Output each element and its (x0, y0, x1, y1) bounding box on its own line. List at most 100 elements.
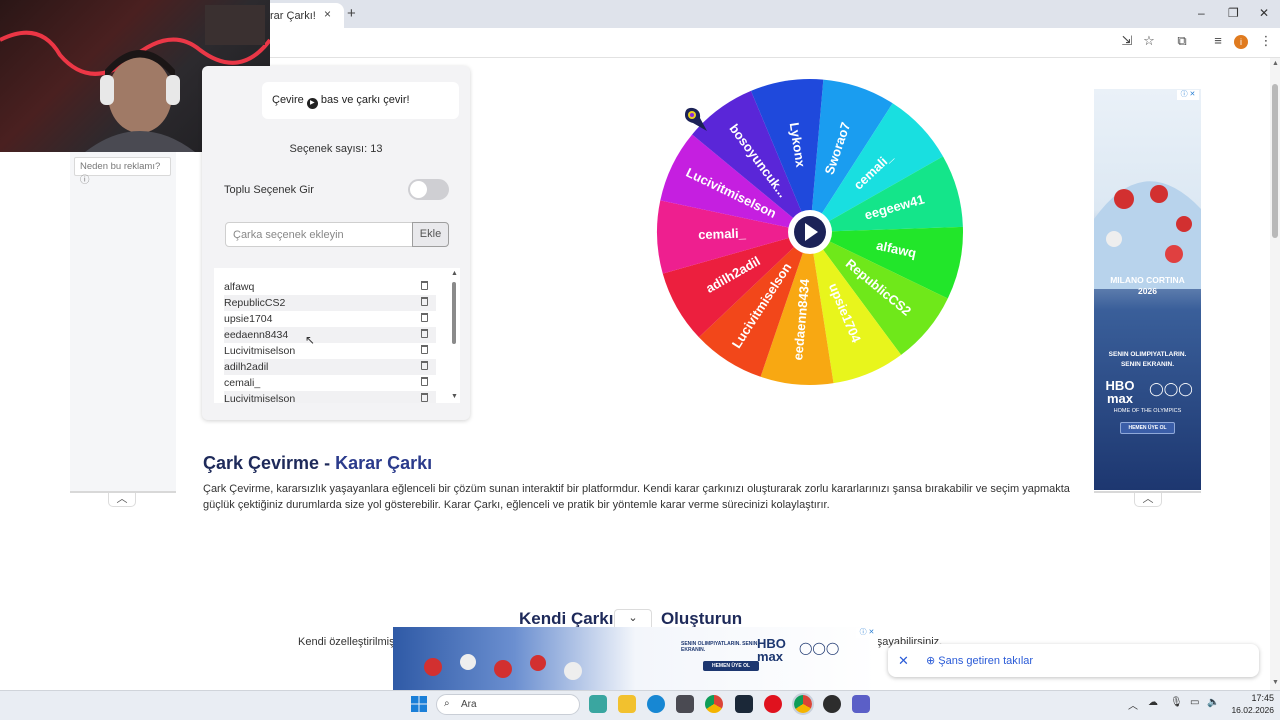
section-body: Çark Çevirme, kararsızlık yaşayanlara eğ… (203, 483, 1070, 511)
browser-menu-icon[interactable]: ⋮ (1259, 34, 1273, 48)
profile-avatar[interactable]: i (1234, 35, 1248, 49)
trash-icon[interactable] (421, 393, 428, 402)
option-row: Lucivitmiselson (224, 343, 436, 359)
tray-overflow-icon[interactable]: ︿ (1128, 697, 1138, 712)
ad-brand-line: MILANO CORTINA (1110, 275, 1185, 285)
olympic-rings-icon: ◯◯◯ (799, 641, 840, 655)
chrome-active-icon[interactable] (792, 693, 814, 715)
steam-icon[interactable] (735, 695, 753, 713)
copilot-icon[interactable] (589, 695, 607, 713)
trash-icon[interactable] (421, 377, 428, 386)
olympic-rings-icon: ◯◯◯ (1149, 381, 1193, 396)
hint-prefix: Çevire (272, 94, 304, 106)
section2-title-left: Kendi Çarkı (519, 609, 614, 628)
options-list: alfawq RepublicCS2 upsie1704 eedaenn8434… (214, 268, 460, 403)
ad-brand-year: 2026 (1138, 286, 1157, 296)
new-tab-button[interactable]: + (347, 5, 356, 22)
trash-icon[interactable] (421, 361, 428, 370)
trash-icon[interactable] (421, 313, 428, 322)
scroll-down-arrow-icon[interactable]: ▼ (451, 393, 458, 400)
start-menu-icon[interactable] (411, 696, 427, 712)
ad-choices-icon[interactable]: ⓘ ✕ (856, 628, 878, 638)
ad-tagline: HOME OF THE OLYMPICS (1113, 408, 1182, 414)
volume-icon[interactable]: 🔈 (1207, 697, 1219, 708)
option-row: cemali_ (224, 375, 436, 391)
network-icon[interactable]: ▭ (1190, 697, 1199, 708)
option-row: upsie1704 (224, 311, 436, 327)
obs-icon[interactable] (823, 695, 841, 713)
option-label: Lucivitmiselson (224, 345, 296, 357)
page-scrollbar-thumb[interactable] (1272, 84, 1278, 238)
option-row: alfawq (224, 279, 436, 295)
bottom-ad-cta-button[interactable]: HEMEN ÜYE OL (703, 661, 759, 671)
option-label: upsie1704 (224, 313, 273, 325)
trash-icon[interactable] (421, 281, 428, 290)
options-scrollbar[interactable] (452, 282, 456, 344)
ad-headline-1: SENIN OLIMPIYATLARIN. (1108, 351, 1187, 358)
search-icon: ⌕ (444, 698, 450, 709)
extensions-icon[interactable]: ⧉ (1175, 34, 1189, 48)
os-taskbar (0, 690, 1280, 720)
page-scroll-up-icon[interactable]: ▲ (1272, 60, 1279, 67)
install-app-icon[interactable]: ⇲ (1120, 34, 1134, 48)
add-option-button[interactable]: Ekle (412, 222, 449, 247)
spin-hint: Çevire ▶ bas ve çarkı çevir! (262, 82, 459, 119)
taskbar-date[interactable]: 16.02.2026 (1224, 705, 1274, 715)
file-explorer-icon[interactable] (618, 695, 636, 713)
ad-streamer-logo: HBO max (1105, 378, 1135, 406)
edge-icon[interactable] (647, 695, 665, 713)
page-scroll-down-icon[interactable]: ▼ (1272, 679, 1279, 686)
onedrive-icon[interactable]: ☁ (1148, 697, 1158, 708)
ad-headline-2: SENIN EKRANIN. (1120, 361, 1175, 368)
toast-link[interactable]: ⊕ Şans getiren takılar (926, 654, 1033, 667)
hint-suffix: bas ve çarkı çevir! (320, 94, 410, 106)
toggle-knob (410, 181, 427, 198)
bookmark-star-icon[interactable]: ☆ (1142, 34, 1156, 48)
bulk-entry-label: Toplu Seçenek Gir (224, 184, 314, 196)
teams-icon[interactable] (852, 695, 870, 713)
right-ad-banner[interactable]: MILANO CORTINA 2026 SENIN OLIMPIYATLARIN… (1094, 89, 1201, 490)
title-accent: Karar Çarkı (335, 453, 433, 473)
option-input[interactable] (225, 222, 413, 247)
why-this-ad-button[interactable]: Neden bu reklamı? ⓘ (74, 157, 171, 186)
taskbar-time[interactable]: 17:45 (1240, 693, 1274, 703)
left-ad-collapse-button[interactable]: ︿ (108, 493, 136, 507)
trash-icon[interactable] (421, 345, 428, 354)
trash-icon[interactable] (421, 329, 428, 338)
option-label: alfawq (224, 281, 255, 293)
microphone-icon[interactable]: 🎙 (1170, 697, 1183, 708)
option-label: cemali_ (224, 377, 261, 389)
chrome-icon[interactable] (705, 695, 723, 713)
trash-icon[interactable] (421, 297, 428, 306)
option-count: Seçenek sayısı: 13 (289, 143, 383, 155)
scroll-up-arrow-icon[interactable]: ▲ (451, 270, 458, 277)
option-row: eedaenn8434 (224, 327, 436, 343)
right-ad-collapse-button[interactable]: ︿ (1134, 493, 1162, 507)
store-icon[interactable] (676, 695, 694, 713)
option-label: Lucivitmiselson (224, 393, 296, 403)
bottom-ad-banner[interactable]: SENIN OLIMPIYATLARIN. SENIN EKRANIN. HEM… (393, 627, 878, 690)
restore-window-button[interactable]: ❐ (1228, 6, 1239, 20)
option-label: eedaenn8434 (224, 329, 289, 341)
option-label: RepublicCS2 (224, 297, 286, 309)
taskbar-search[interactable]: Ara (436, 694, 580, 715)
ad-choices-icon[interactable]: ⓘ ✕ (1177, 90, 1199, 100)
minimize-window-button[interactable]: – (1198, 6, 1205, 20)
bottom-ad-streamer-logo: HBO max (757, 636, 786, 664)
option-row: Lucivitmiselson (224, 391, 436, 403)
tab-title: rar Çarkı! (270, 10, 316, 22)
ad-cta-button[interactable]: HEMEN ÜYE OL (1120, 422, 1175, 434)
option-row: adilh2adil (224, 359, 436, 375)
reading-list-icon[interactable]: ≡ (1211, 34, 1225, 48)
browser-tab[interactable]: rar Çarkı! (262, 3, 344, 28)
taskbar-search-placeholder: Ara (461, 699, 477, 710)
wheel-segment-label: cemali_ (698, 226, 747, 243)
section2-title-right: Oluşturun (660, 609, 743, 628)
opera-icon[interactable] (764, 695, 782, 713)
bottom-ad-artwork (424, 654, 582, 680)
option-label: adilh2adil (224, 361, 269, 373)
tab-close-icon[interactable]: × (324, 7, 331, 21)
close-window-button[interactable]: ✕ (1259, 6, 1269, 20)
bottom-ad-collapse-button[interactable]: ⌄ (614, 609, 652, 627)
toast-close-icon[interactable]: ✕ (898, 653, 909, 669)
